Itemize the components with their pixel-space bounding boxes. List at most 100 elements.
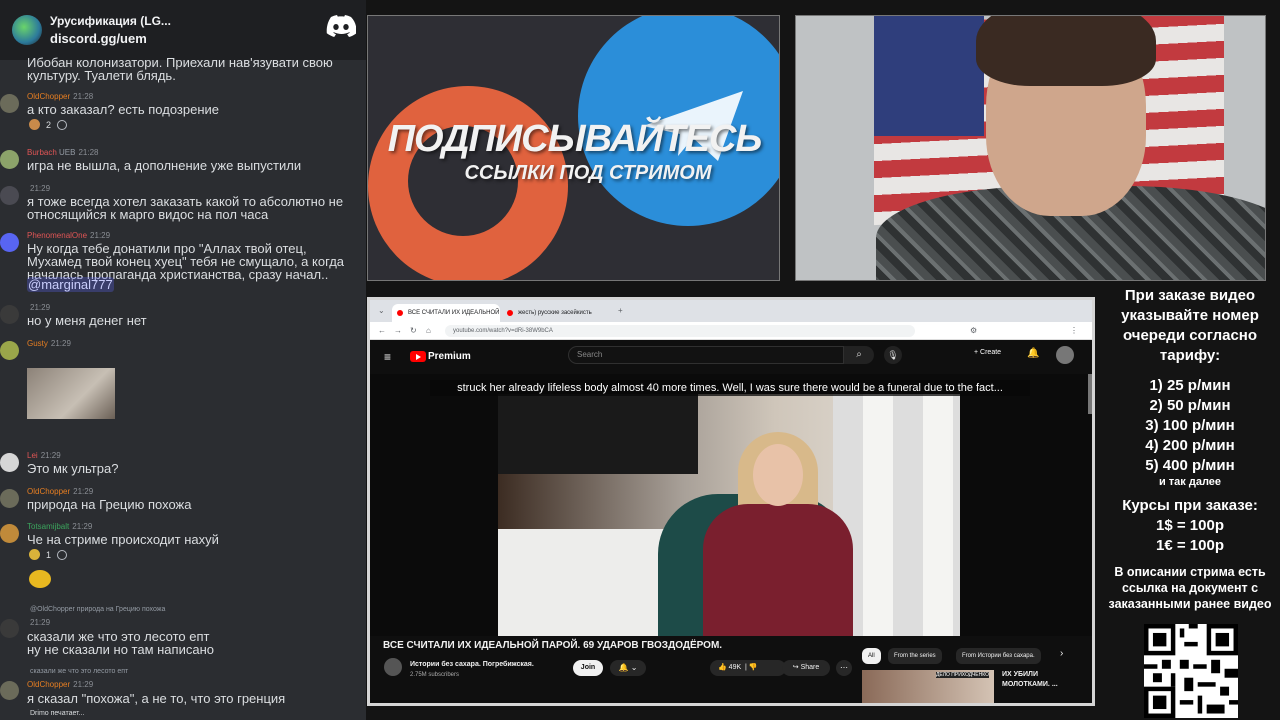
microphone-icon[interactable]: 🎙 (884, 346, 902, 364)
new-tab-icon[interactable]: + (618, 306, 623, 315)
image-attachment[interactable] (27, 368, 115, 419)
channel-avatar[interactable] (384, 658, 402, 676)
reaction-emoji-icon (29, 549, 40, 560)
reaction-emoji-icon (29, 119, 40, 130)
share-button[interactable]: ↪ Share (782, 660, 830, 676)
video-title: ВСЕ СЧИТАЛИ ИХ ИДЕАЛЬНОЙ ПАРОЙ. 69 УДАРО… (383, 640, 723, 651)
avatar[interactable] (0, 305, 19, 324)
notifications-bell-icon[interactable]: 🔔 (1027, 348, 1039, 359)
recommended-thumbnail[interactable]: ДЕЛО ПРИХОДЧЕНКО (862, 670, 994, 703)
tab-bar: ⌄ ВСЕ СЧИТАЛИ ИХ ИДЕАЛЬНОЙ жесть) русски… (370, 300, 1092, 322)
tab-second[interactable]: жесть) русские засейкисть (502, 304, 610, 322)
chat-header: Урусификация (LG... discord.gg/uem (0, 0, 366, 60)
avatar[interactable] (0, 150, 19, 169)
message-text: Че на стриме происходит нахуй (27, 532, 219, 547)
tab-youtube-video[interactable]: ВСЕ СЧИТАЛИ ИХ ИДЕАЛЬНОЙ (392, 304, 500, 322)
username[interactable]: Burbach (27, 148, 57, 157)
timestamp: 21:29 (30, 618, 51, 627)
recommended-title[interactable]: ИХ УБИЛИ МОЛОТКАМИ. ... (1002, 670, 1082, 690)
server-name: Урусификация (LG... (50, 14, 171, 28)
reply-preview[interactable]: сказали же что это лесото епт (30, 668, 128, 675)
user-mention[interactable]: @marginal777 (27, 277, 114, 292)
rates-title: Курсы при заказе: (1122, 497, 1258, 514)
avatar[interactable] (0, 453, 19, 472)
tab-search-icon[interactable]: ⌄ (378, 306, 385, 315)
create-button[interactable]: + Create (974, 349, 1001, 356)
reload-icon[interactable]: ↻ (410, 326, 417, 335)
message-text: Ну когда тебе донатили про "Аллах твой о… (27, 241, 345, 282)
avatar[interactable] (0, 524, 19, 543)
forward-icon[interactable]: → (394, 326, 402, 335)
reaction[interactable]: 2 (29, 119, 68, 130)
username[interactable]: OldChopper (27, 487, 70, 496)
tab-title: жесть) русские засейкисть (518, 310, 592, 316)
extensions-icon[interactable]: ⚙ (970, 326, 977, 335)
discord-avatar-icon[interactable] (0, 233, 19, 252)
tariff-4: 4) 200 р/мин (1145, 437, 1235, 454)
scrollbar[interactable] (1088, 374, 1092, 414)
channel-name[interactable]: Истории без сахара. Погребижская. (410, 661, 534, 668)
avatar[interactable] (0, 186, 19, 205)
hamburger-menu-icon[interactable]: ≡ (384, 350, 391, 364)
username[interactable]: Totsamijbalt (27, 522, 69, 531)
message-text: игра не вышла, а дополнение уже выпустил… (27, 158, 302, 173)
username[interactable]: Gusty (27, 339, 48, 348)
rate-usd: 1$ = 100р (1156, 517, 1224, 534)
reaction[interactable]: 1 (29, 549, 68, 560)
browser-menu-icon[interactable]: ⋮ (1070, 326, 1078, 335)
message-text: природа на Грецию похожа (27, 497, 192, 512)
home-icon[interactable]: ⌂ (426, 326, 431, 335)
message-text: я тоже всегда хотел заказать какой то аб… (27, 194, 344, 222)
avatar[interactable] (0, 681, 19, 700)
browser-window: ⌄ ВСЕ СЧИТАЛИ ИХ ИДЕАЛЬНОЙ жесть) русски… (367, 297, 1095, 706)
avatar[interactable] (0, 94, 19, 113)
subscribe-bell-button[interactable]: 🔔 ⌄ (610, 660, 646, 676)
presenter-body (703, 504, 853, 636)
username[interactable]: OldChopper (27, 92, 70, 101)
avatar[interactable] (0, 619, 19, 638)
youtube-logo[interactable]: Premium (410, 351, 471, 362)
video-player[interactable]: struck her already lifeless body almost … (370, 374, 1092, 636)
message-text: сказали же что это лесото епт ну не сказ… (27, 629, 214, 657)
message-text: но у меня денег нет (27, 313, 147, 328)
username[interactable]: Lei (27, 451, 38, 460)
message-list: Ибобан колонизатори. Приехали нав'язуват… (0, 56, 366, 720)
presenter-face (753, 444, 803, 506)
tariff-etc: и так далее (1158, 476, 1222, 488)
rate-eur: 1€ = 100р (1156, 537, 1224, 554)
timestamp: 21:29 (73, 487, 94, 496)
search-icon[interactable]: ⌕ (844, 346, 874, 364)
chip-all[interactable]: All (862, 648, 881, 664)
reply-preview[interactable]: @OldChopper природа на Грецию похожа (30, 606, 165, 613)
avatar[interactable] (0, 489, 19, 508)
discord-icon (326, 15, 356, 37)
avatar[interactable] (0, 341, 19, 360)
server-icon (12, 15, 42, 45)
add-reaction-icon[interactable] (57, 119, 68, 130)
join-button[interactable]: Join (573, 660, 603, 676)
search-input[interactable]: Search (568, 346, 844, 364)
username[interactable]: OldChopper (27, 680, 70, 689)
message-text: а кто заказал? есть подозрение (27, 102, 220, 117)
order-rules-panel: При заказе видео указывайте номер очеред… (1100, 286, 1280, 612)
chevron-right-icon[interactable]: › (1060, 648, 1063, 659)
more-actions-icon[interactable]: ⋯ (836, 660, 852, 676)
tab-title: ВСЕ СЧИТАЛИ ИХ ИДЕАЛЬНОЙ (408, 310, 500, 316)
like-button[interactable]: 👍 49K | 👎 (710, 660, 786, 676)
tariff-3: 3) 100 р/мин (1145, 417, 1235, 434)
rules-intro: При заказе видео указывайте номер очеред… (1121, 287, 1259, 364)
chip-from-channel[interactable]: From Истории без сахара. (956, 648, 1041, 664)
promo-title: ПОДПИСЫВАЙТЕСЬ (387, 118, 763, 160)
add-reaction-icon[interactable] (57, 549, 68, 560)
address-bar: ← → ↻ ⌂ youtube.com/watch?v=dRi-38W9bCA … (370, 322, 1092, 340)
timestamp: 21:29 (50, 339, 71, 348)
chip-from-series[interactable]: From the series (888, 648, 942, 664)
video-info: ВСЕ СЧИТАЛИ ИХ ИДЕАЛЬНОЙ ПАРОЙ. 69 УДАРО… (370, 636, 1092, 703)
timestamp: 21:28 (78, 148, 99, 157)
username[interactable]: PhenomenalOne (27, 231, 87, 240)
tariff-1: 1) 25 р/мин (1149, 377, 1231, 394)
back-icon[interactable]: ← (378, 326, 386, 335)
account-avatar[interactable] (1056, 346, 1074, 364)
qr-code (1144, 624, 1238, 718)
url-input[interactable]: youtube.com/watch?v=dRi-38W9bCA (445, 325, 915, 337)
